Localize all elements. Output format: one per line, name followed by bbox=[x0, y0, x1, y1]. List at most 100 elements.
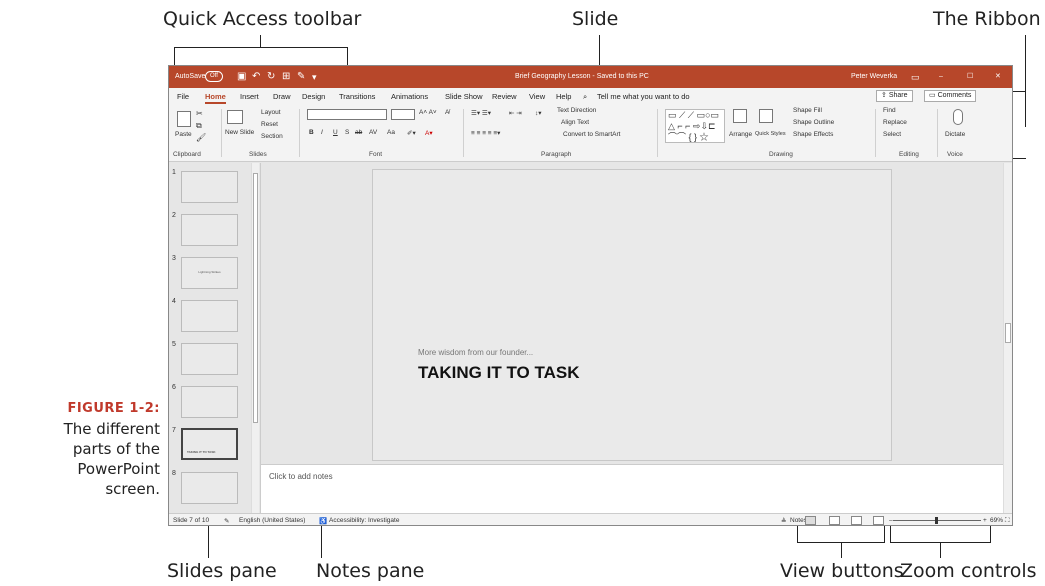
dictate-label[interactable]: Dictate bbox=[945, 131, 965, 138]
shapes-gallery[interactable]: ▭ ⟋ ⟋ ▭○▭ △ ⌐ ⌐ ⇨⇩⊏ ⌒⌒ { } ☆ bbox=[665, 109, 725, 143]
canvas-scrollbar[interactable] bbox=[1003, 163, 1012, 513]
section-button[interactable]: Section bbox=[261, 133, 283, 140]
strikethrough-button[interactable]: ab bbox=[355, 129, 362, 136]
replace-button[interactable]: Replace bbox=[883, 119, 907, 126]
user-name[interactable]: Peter Weverka bbox=[851, 66, 897, 88]
accessibility-icon[interactable]: ♿ bbox=[319, 517, 327, 525]
arrange-icon[interactable] bbox=[733, 109, 747, 123]
italic-button[interactable]: I bbox=[321, 129, 323, 136]
fit-to-window-icon[interactable]: ⛶ bbox=[1005, 517, 1010, 525]
tab-view[interactable]: View bbox=[529, 92, 545, 101]
find-button[interactable]: Find bbox=[883, 107, 896, 114]
slide-thumbnail[interactable] bbox=[181, 386, 238, 418]
tab-slide-show[interactable]: Slide Show bbox=[445, 92, 483, 101]
highlight-icon[interactable]: ✐▾ bbox=[407, 129, 416, 137]
quick-styles-icon[interactable] bbox=[759, 109, 773, 123]
new-slide-icon[interactable] bbox=[227, 110, 243, 124]
slide[interactable]: More wisdom from our founder... TAKING I… bbox=[372, 169, 892, 461]
save-icon[interactable]: ▣ bbox=[237, 66, 246, 88]
slide-thumbnail[interactable]: Lightning Strikes bbox=[181, 257, 238, 289]
clear-format-icon[interactable]: A̸ bbox=[445, 109, 449, 116]
notes-icon[interactable]: ≜ bbox=[781, 517, 786, 525]
bullets-icon[interactable]: ☰▾ ☰▾ bbox=[471, 109, 491, 117]
close-button[interactable]: ✕ bbox=[995, 66, 1001, 88]
line-spacing-icon[interactable]: ↕▾ bbox=[535, 109, 542, 117]
shape-fill-button[interactable]: Shape Fill bbox=[793, 107, 822, 114]
new-slide-label[interactable]: New Slide bbox=[225, 129, 254, 136]
touch-mode-icon[interactable]: ✎ bbox=[297, 66, 305, 88]
tab-review[interactable]: Review bbox=[492, 92, 517, 101]
align-text-button[interactable]: Align Text bbox=[561, 119, 589, 126]
slide-thumbnail[interactable] bbox=[181, 171, 238, 203]
char-spacing-button[interactable]: AV bbox=[369, 129, 377, 136]
zoom-in-icon[interactable]: + bbox=[983, 517, 987, 524]
select-button[interactable]: Select bbox=[883, 131, 901, 138]
format-painter-icon[interactable]: 🖌 bbox=[196, 133, 206, 142]
slide-thumbnail[interactable] bbox=[181, 343, 238, 375]
align-icons[interactable]: ≡ ≡ ≡ ≡ ≡▾ bbox=[471, 129, 500, 137]
shape-effects-button[interactable]: Shape Effects bbox=[793, 131, 833, 138]
grow-font-icon[interactable]: A˄ A˅ bbox=[419, 109, 437, 116]
slide-thumbnail[interactable] bbox=[181, 472, 238, 504]
accessibility-status[interactable]: Accessibility: Investigate bbox=[329, 517, 399, 524]
minimize-button[interactable]: – bbox=[939, 66, 943, 88]
copy-icon[interactable]: ⧉ bbox=[196, 121, 202, 131]
tab-home[interactable]: Home bbox=[205, 92, 226, 104]
scrollbar-thumb[interactable] bbox=[1005, 323, 1011, 343]
slides-pane-scrollbar[interactable] bbox=[251, 163, 259, 513]
maximize-button[interactable]: ☐ bbox=[967, 66, 973, 88]
tell-me-box[interactable]: Tell me what you want to do bbox=[597, 92, 690, 101]
reading-view-button[interactable] bbox=[851, 516, 862, 525]
font-color-icon[interactable]: A▾ bbox=[425, 129, 433, 137]
tab-insert[interactable]: Insert bbox=[240, 92, 259, 101]
zoom-slider-knob[interactable] bbox=[935, 517, 938, 524]
tab-file[interactable]: File bbox=[177, 92, 189, 101]
slide-show-button[interactable] bbox=[873, 516, 884, 525]
slide-sorter-button[interactable] bbox=[829, 516, 840, 525]
scrollbar-thumb[interactable] bbox=[253, 173, 258, 423]
slide-subtitle[interactable]: More wisdom from our founder... bbox=[418, 348, 533, 357]
paste-icon[interactable] bbox=[177, 111, 191, 127]
shape-outline-button[interactable]: Shape Outline bbox=[793, 119, 834, 126]
change-case-button[interactable]: Aa bbox=[387, 129, 395, 136]
ribbon-display-icon[interactable]: ▭ bbox=[911, 66, 920, 88]
language[interactable]: English (United States) bbox=[239, 517, 305, 524]
tab-help[interactable]: Help bbox=[556, 92, 571, 101]
present-icon[interactable]: ⊞ bbox=[282, 66, 290, 88]
cut-icon[interactable]: ✂ bbox=[196, 109, 203, 118]
slide-title[interactable]: TAKING IT TO TASK bbox=[418, 363, 580, 383]
paste-label[interactable]: Paste bbox=[175, 131, 192, 138]
tab-transitions[interactable]: Transitions bbox=[339, 92, 375, 101]
comments-button[interactable]: ▭ Comments bbox=[924, 90, 977, 102]
quick-styles-label[interactable]: Quick Styles bbox=[755, 131, 786, 137]
tab-draw[interactable]: Draw bbox=[273, 92, 291, 101]
font-size-box[interactable] bbox=[391, 109, 415, 120]
redo-icon[interactable]: ↻ bbox=[267, 66, 275, 88]
normal-view-button[interactable] bbox=[805, 516, 816, 525]
spelling-icon[interactable]: ✎ bbox=[224, 517, 229, 525]
customize-qat-icon[interactable]: ▾ bbox=[312, 66, 317, 88]
slide-thumbnail[interactable] bbox=[181, 300, 238, 332]
tab-animations[interactable]: Animations bbox=[391, 92, 428, 101]
underline-button[interactable]: U bbox=[333, 129, 338, 136]
share-button[interactable]: ⇪ Share bbox=[876, 90, 913, 102]
convert-smartart-button[interactable]: Convert to SmartArt bbox=[563, 131, 620, 138]
arrange-label[interactable]: Arrange bbox=[729, 131, 752, 138]
bold-button[interactable]: B bbox=[309, 129, 314, 136]
tab-design[interactable]: Design bbox=[302, 92, 325, 101]
shadow-button[interactable]: S bbox=[345, 129, 349, 136]
autosave-toggle[interactable]: Off bbox=[205, 66, 223, 88]
text-direction-button[interactable]: Text Direction bbox=[557, 107, 596, 114]
notes-placeholder[interactable]: Click to add notes bbox=[269, 472, 333, 481]
undo-icon[interactable]: ↶ bbox=[252, 66, 260, 88]
microphone-icon[interactable] bbox=[953, 109, 963, 125]
indent-icon[interactable]: ⇤ ⇥ bbox=[509, 109, 522, 117]
layout-button[interactable]: Layout bbox=[261, 109, 281, 116]
font-name-box[interactable] bbox=[307, 109, 387, 120]
notes-pane[interactable]: Click to add notes bbox=[261, 464, 1003, 513]
slide-thumbnail[interactable] bbox=[181, 214, 238, 246]
slide-thumbnail-selected[interactable]: TAKING IT TO TASK bbox=[181, 428, 238, 460]
zoom-level[interactable]: 69% bbox=[990, 517, 1003, 524]
reset-button[interactable]: Reset bbox=[261, 121, 278, 128]
caption-line: The different bbox=[63, 420, 160, 438]
